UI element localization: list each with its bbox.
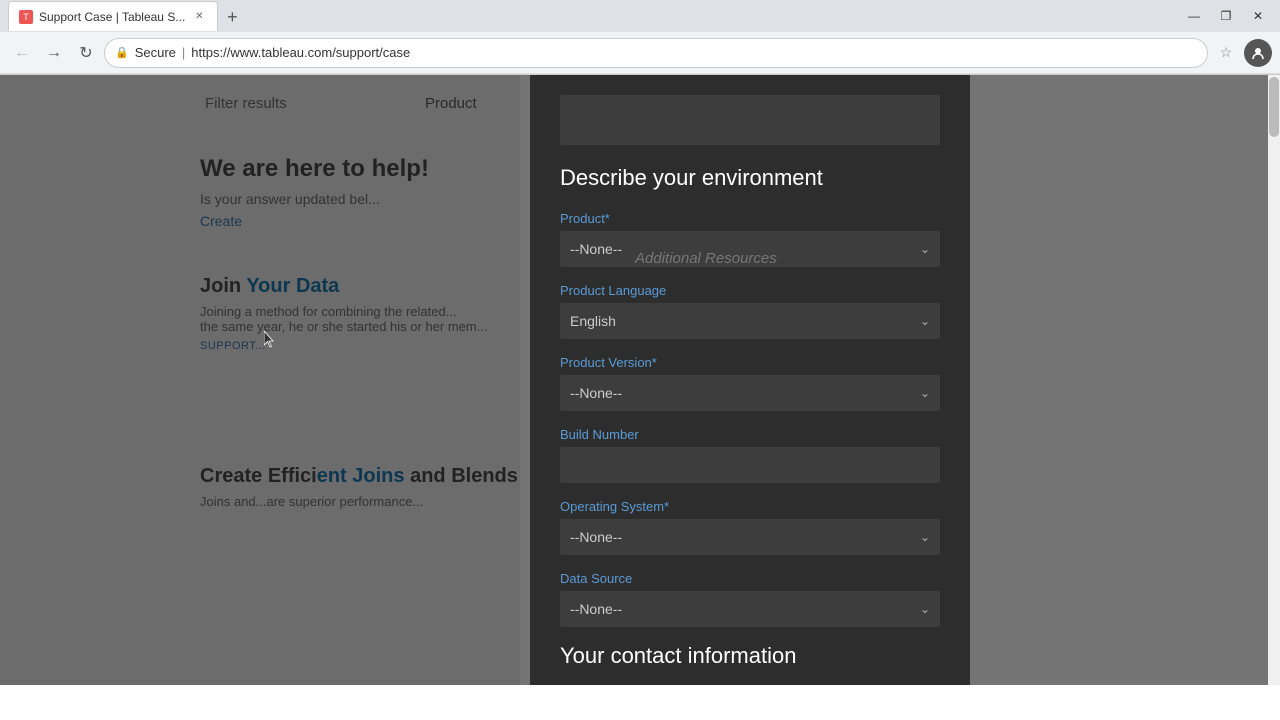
operating-system-label: Operating System* (560, 499, 940, 514)
data-source-value: --None-- (570, 601, 622, 617)
tab-container: T Support Case | Tableau S... ✕ + (8, 1, 1172, 31)
url-separator: | (182, 45, 185, 60)
product-version-chevron-icon: ⌄ (920, 386, 930, 400)
scrollbar[interactable] (1268, 75, 1280, 685)
data-source-label: Data Source (560, 571, 940, 586)
operating-system-field-group: Operating System* --None-- ⌄ (560, 499, 940, 555)
product-field-group: Product* --None-- ⌄ (560, 211, 940, 267)
tab-favicon: T (19, 10, 33, 24)
browser-chrome: T Support Case | Tableau S... ✕ + — ❐ ✕ … (0, 0, 1280, 75)
build-number-label: Build Number (560, 427, 940, 442)
new-tab-button[interactable]: + (218, 3, 246, 31)
product-version-value: --None-- (570, 385, 622, 401)
back-button[interactable]: ← (8, 39, 36, 67)
modal-panel: Describe your environment Product* --Non… (530, 75, 970, 685)
bookmark-button[interactable]: ☆ (1212, 39, 1240, 67)
build-number-input[interactable] (560, 447, 940, 483)
scrollbar-thumb[interactable] (1269, 77, 1279, 137)
product-version-select[interactable]: --None-- ⌄ (560, 375, 940, 411)
operating-system-chevron-icon: ⌄ (920, 530, 930, 544)
product-select[interactable]: --None-- ⌄ (560, 231, 940, 267)
product-language-select[interactable]: English ⌄ (560, 303, 940, 339)
url-display: https://www.tableau.com/support/case (191, 45, 410, 60)
data-source-chevron-icon: ⌄ (920, 602, 930, 616)
product-language-value: English (570, 313, 616, 329)
active-tab[interactable]: T Support Case | Tableau S... ✕ (8, 1, 218, 31)
top-textarea-area (560, 95, 940, 145)
product-language-chevron-icon: ⌄ (920, 314, 930, 328)
product-select-value: --None-- (570, 241, 622, 257)
page-content: Time to join tableau... Filter results P… (0, 75, 1280, 685)
secure-icon: 🔒 (115, 46, 129, 59)
product-language-label: Product Language (560, 283, 940, 298)
data-source-select[interactable]: --None-- ⌄ (560, 591, 940, 627)
data-source-field-group: Data Source --None-- ⌄ (560, 571, 940, 627)
tab-close-button[interactable]: ✕ (191, 9, 207, 25)
reload-button[interactable]: ↻ (72, 39, 100, 67)
close-button[interactable]: ✕ (1244, 2, 1272, 30)
restore-button[interactable]: ❐ (1212, 2, 1240, 30)
product-chevron-icon: ⌄ (920, 242, 930, 256)
operating-system-select[interactable]: --None-- ⌄ (560, 519, 940, 555)
forward-button[interactable]: → (40, 39, 68, 67)
contact-info-title: Your contact information (560, 643, 940, 669)
title-bar: T Support Case | Tableau S... ✕ + — ❐ ✕ (0, 0, 1280, 32)
minimize-button[interactable]: — (1180, 2, 1208, 30)
describe-environment-title: Describe your environment (560, 165, 940, 191)
tab-title: Support Case | Tableau S... (39, 10, 185, 24)
window-controls: — ❐ ✕ (1180, 2, 1272, 30)
address-bar[interactable]: 🔒 Secure | https://www.tableau.com/suppo… (104, 38, 1208, 68)
nav-bar: ← → ↻ 🔒 Secure | https://www.tableau.com… (0, 32, 1280, 74)
build-number-field-group: Build Number (560, 427, 940, 483)
product-version-label: Product Version* (560, 355, 940, 370)
operating-system-value: --None-- (570, 529, 622, 545)
product-version-field-group: Product Version* --None-- ⌄ (560, 355, 940, 411)
profile-button[interactable] (1244, 39, 1272, 67)
product-label: Product* (560, 211, 940, 226)
product-language-field-group: Product Language English ⌄ (560, 283, 940, 339)
secure-label: Secure (135, 45, 176, 60)
